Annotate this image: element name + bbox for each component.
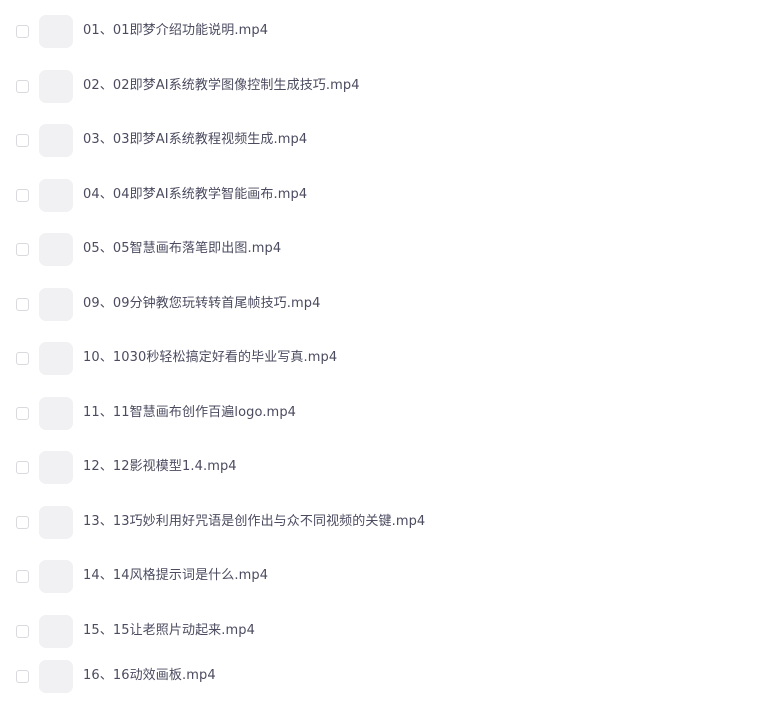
file-name[interactable]: 02、02即梦AI系统教学图像控制生成技巧.mp4	[83, 77, 360, 95]
file-name[interactable]: 05、05智慧画布落笔即出图.mp4	[83, 240, 281, 258]
file-list: 01、01即梦介绍功能说明.mp4 02、02即梦AI系统教学图像控制生成技巧.…	[0, 0, 768, 707]
file-name[interactable]: 16、16动效画板.mp4	[83, 667, 216, 685]
file-name[interactable]: 14、14风格提示词是什么.mp4	[83, 567, 268, 585]
video-thumbnail[interactable]	[39, 451, 73, 484]
file-name[interactable]: 09、09分钟教您玩转转首尾帧技巧.mp4	[83, 295, 321, 313]
select-checkbox[interactable]	[16, 243, 29, 256]
video-thumbnail[interactable]	[39, 15, 73, 48]
select-checkbox[interactable]	[16, 461, 29, 474]
select-checkbox[interactable]	[16, 516, 29, 529]
select-checkbox[interactable]	[16, 570, 29, 583]
video-thumbnail[interactable]	[39, 660, 73, 693]
select-checkbox[interactable]	[16, 352, 29, 365]
select-checkbox[interactable]	[16, 25, 29, 38]
file-row[interactable]: 11、11智慧画布创作百遍logo.mp4	[0, 388, 768, 442]
select-checkbox[interactable]	[16, 134, 29, 147]
video-thumbnail[interactable]	[39, 342, 73, 375]
file-name[interactable]: 15、15让老照片动起来.mp4	[83, 622, 255, 640]
video-thumbnail[interactable]	[39, 233, 73, 266]
file-name[interactable]: 03、03即梦AI系统教程视频生成.mp4	[83, 131, 307, 149]
file-name[interactable]: 12、12影视模型1.4.mp4	[83, 458, 237, 476]
select-checkbox[interactable]	[16, 625, 29, 638]
file-row[interactable]: 13、13巧妙利用好咒语是创作出与众不同视频的关键.mp4	[0, 497, 768, 551]
select-checkbox[interactable]	[16, 670, 29, 683]
file-row[interactable]: 16、16动效画板.mp4	[0, 651, 768, 705]
select-checkbox[interactable]	[16, 407, 29, 420]
video-thumbnail[interactable]	[39, 615, 73, 648]
video-thumbnail[interactable]	[39, 70, 73, 103]
file-row[interactable]: 02、02即梦AI系统教学图像控制生成技巧.mp4	[0, 61, 768, 115]
video-thumbnail[interactable]	[39, 288, 73, 321]
file-name[interactable]: 13、13巧妙利用好咒语是创作出与众不同视频的关键.mp4	[83, 513, 425, 531]
video-thumbnail[interactable]	[39, 179, 73, 212]
file-name[interactable]: 01、01即梦介绍功能说明.mp4	[83, 22, 268, 40]
file-row[interactable]: 03、03即梦AI系统教程视频生成.mp4	[0, 115, 768, 169]
file-row[interactable]: 05、05智慧画布落笔即出图.mp4	[0, 224, 768, 278]
video-thumbnail[interactable]	[39, 397, 73, 430]
file-row[interactable]: 10、1030秒轻松搞定好看的毕业写真.mp4	[0, 333, 768, 387]
file-row[interactable]: 09、09分钟教您玩转转首尾帧技巧.mp4	[0, 279, 768, 333]
file-row[interactable]: 12、12影视模型1.4.mp4	[0, 442, 768, 496]
video-thumbnail[interactable]	[39, 124, 73, 157]
select-checkbox[interactable]	[16, 189, 29, 202]
select-checkbox[interactable]	[16, 80, 29, 93]
file-row[interactable]: 01、01即梦介绍功能说明.mp4	[0, 6, 768, 60]
select-checkbox[interactable]	[16, 298, 29, 311]
video-thumbnail[interactable]	[39, 506, 73, 539]
video-thumbnail[interactable]	[39, 560, 73, 593]
file-row[interactable]: 04、04即梦AI系统教学智能画布.mp4	[0, 170, 768, 224]
file-row[interactable]: 14、14风格提示词是什么.mp4	[0, 551, 768, 605]
file-name[interactable]: 11、11智慧画布创作百遍logo.mp4	[83, 404, 296, 422]
file-name[interactable]: 04、04即梦AI系统教学智能画布.mp4	[83, 186, 307, 204]
file-name[interactable]: 10、1030秒轻松搞定好看的毕业写真.mp4	[83, 349, 337, 367]
